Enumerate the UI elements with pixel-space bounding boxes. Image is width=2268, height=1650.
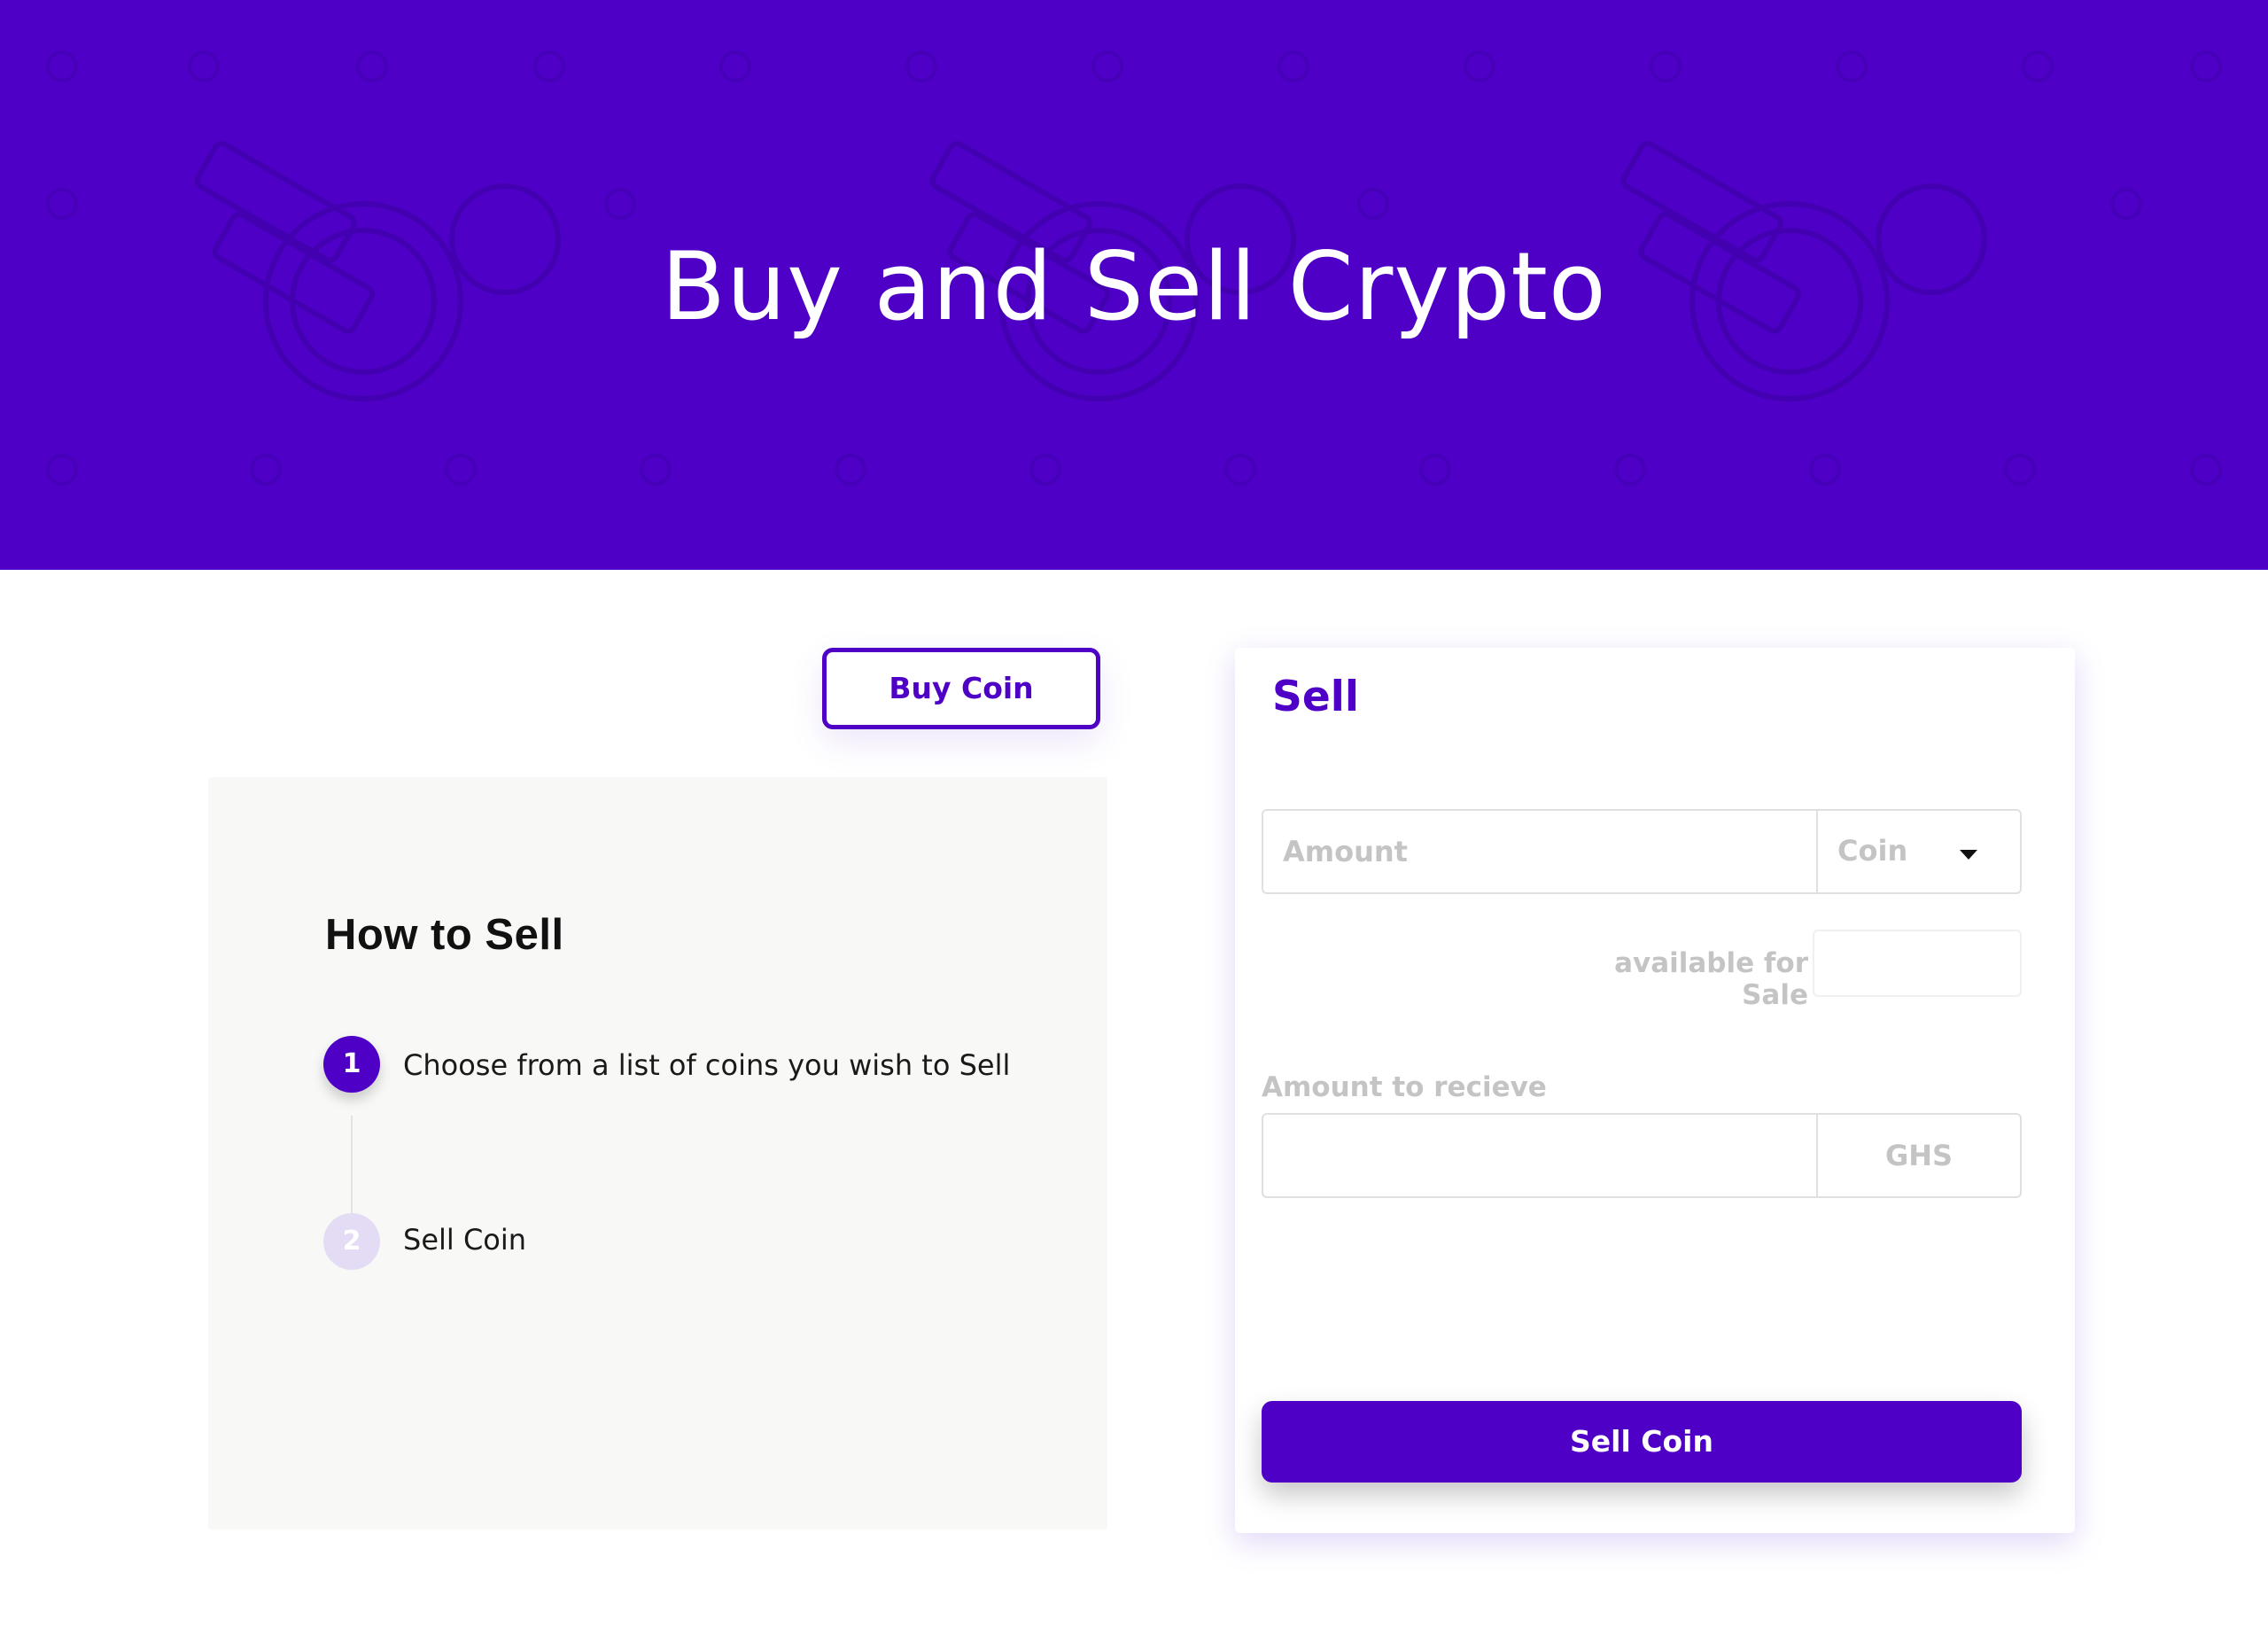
page-title: Buy and Sell Crypto (661, 232, 1607, 341)
step-number-2: 2 (323, 1213, 380, 1270)
coin-select[interactable]: Coin (1818, 811, 2020, 892)
step-number-1: 1 (323, 1036, 380, 1093)
sell-form-card: Sell Coin available for Sale Amount to r… (1235, 648, 2075, 1533)
how-to-sell-panel: How to Sell 1 Choose from a list of coin… (208, 777, 1107, 1529)
how-to-sell-heading: How to Sell (325, 911, 564, 959)
sell-form-title: Sell (1272, 673, 1359, 721)
step-text-1: Choose from a list of coins you wish to … (403, 1048, 1011, 1082)
available-for-sale-label: available for Sale (1614, 947, 1808, 1011)
amount-to-receive-label: Amount to recieve (1262, 1071, 1547, 1103)
chevron-down-icon (1960, 850, 1977, 860)
amount-field-group: Coin (1262, 809, 2022, 894)
buy-coin-button[interactable]: Buy Coin (822, 648, 1100, 729)
receive-amount-input[interactable] (1263, 1115, 1816, 1196)
step-text-2: Sell Coin (403, 1223, 527, 1257)
currency-label: GHS (1884, 1139, 1953, 1172)
coin-select-value: Coin (1837, 834, 1908, 868)
amount-input[interactable] (1263, 811, 1816, 892)
available-for-sale-field (1813, 930, 2022, 997)
receive-field-group: GHS (1262, 1113, 2022, 1198)
sell-coin-button[interactable]: Sell Coin (1262, 1401, 2022, 1483)
hero-banner: Buy and Sell Crypto (0, 0, 2268, 570)
